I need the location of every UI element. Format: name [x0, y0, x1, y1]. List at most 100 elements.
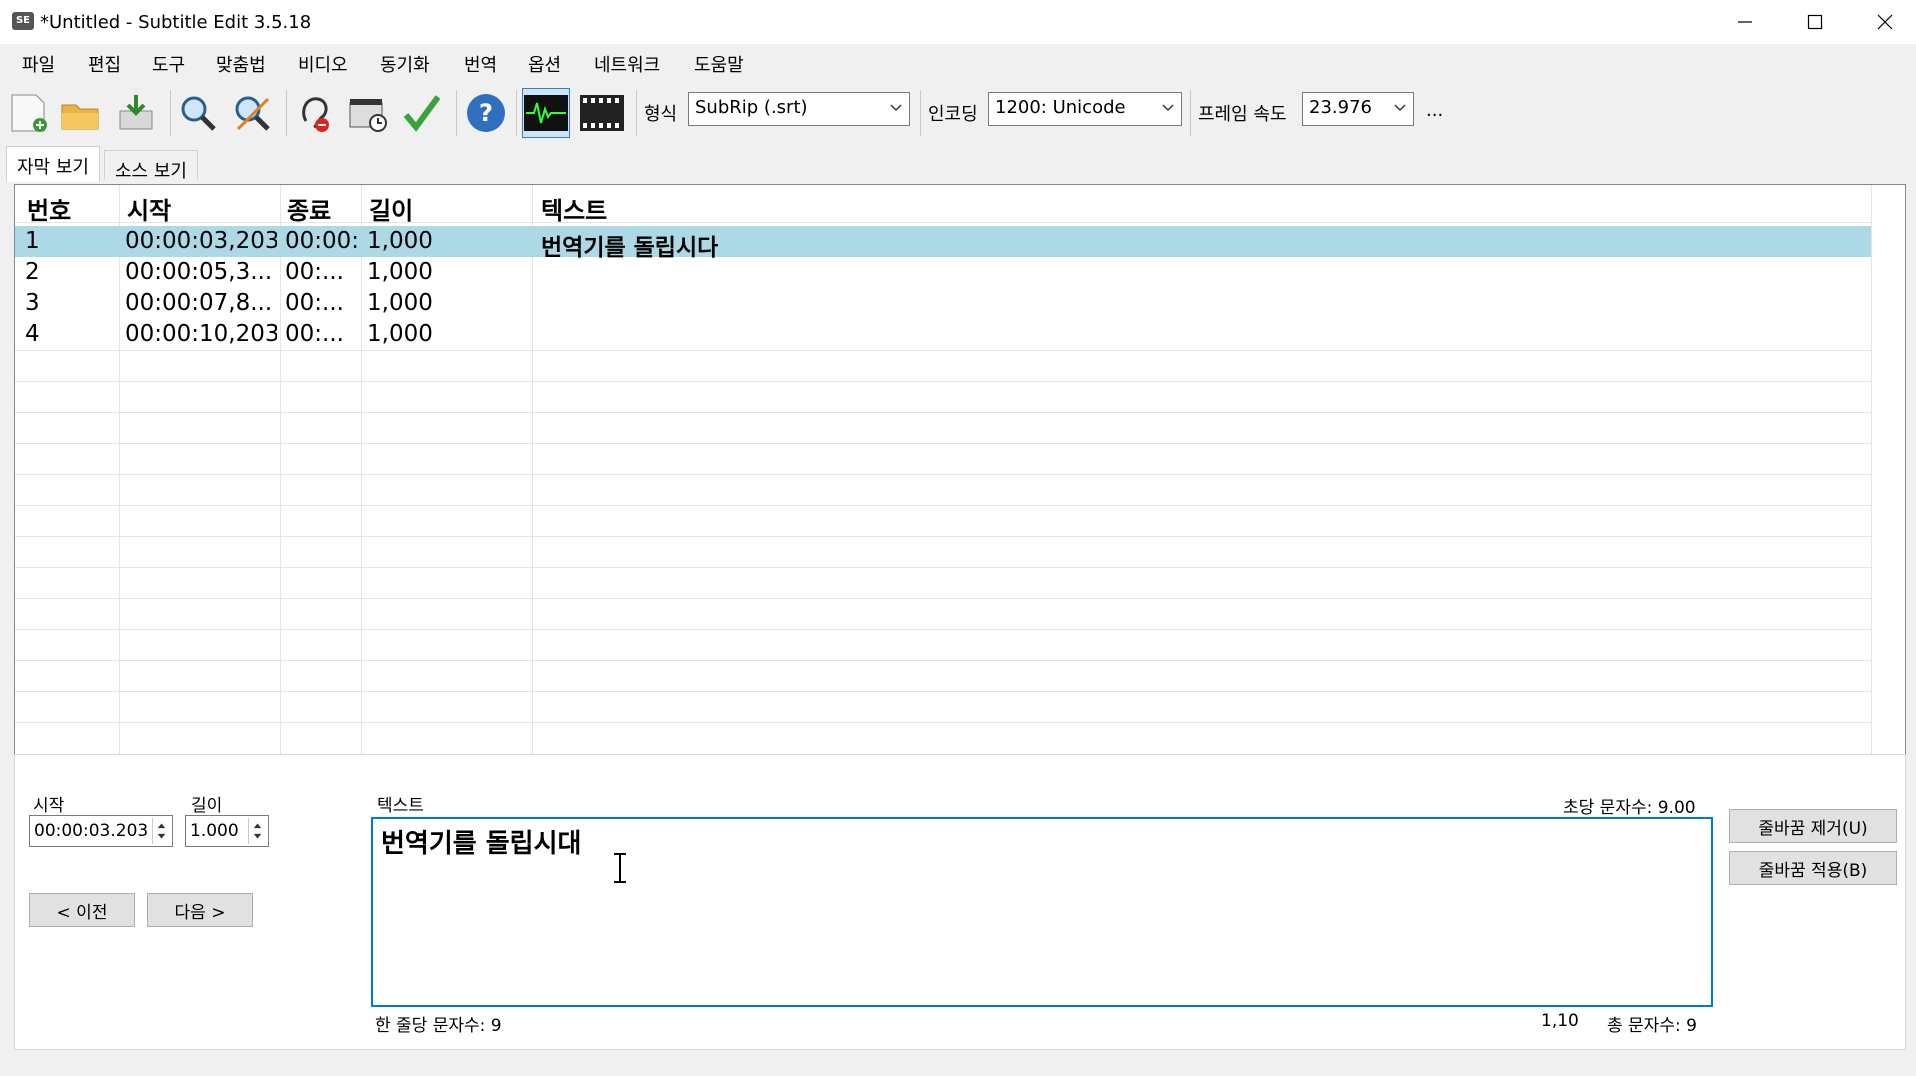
column-header-start[interactable]: 시작 [127, 191, 171, 226]
chevron-down-icon [890, 104, 902, 112]
checkmark-icon [403, 95, 441, 132]
tab-source-view[interactable]: 소스 보기 [104, 150, 198, 182]
help-button[interactable]: ? [462, 88, 510, 138]
framerate-dropdown[interactable]: 23.976 [1302, 92, 1414, 126]
row-number: 4 [25, 321, 40, 347]
encoding-label: 인코딩 [928, 104, 978, 125]
subtitle-text-input[interactable]: 번역기를 돌립시대 [371, 817, 1713, 1007]
title-bar: SE *Untitled - Subtitle Edit 3.5.18 [0, 0, 1916, 44]
row-start: 00:00:05,3... [125, 259, 273, 285]
subtitle-editor-panel: 시작 00:00:03.203 길이 1.000 < 이전 다음 > 텍스트 초… [14, 754, 1906, 1050]
text-cursor-icon [614, 853, 626, 883]
remove-linebreak-button[interactable]: 줄바꿈 제거(U) [1729, 809, 1897, 843]
table-row[interactable]: 4 00:00:10,203 00:... 1,000 [15, 319, 1871, 350]
row-duration: 1,000 [367, 259, 433, 285]
spinner-arrows-icon[interactable] [248, 818, 266, 844]
table-row[interactable]: 1 00:00:03,203 00:00:0 1,000 번역기를 돌립시다 [15, 226, 1871, 261]
tab-subtitle-view[interactable]: 자막 보기 [6, 146, 100, 182]
next-button[interactable]: 다음 > [147, 893, 253, 927]
app-icon: SE [12, 12, 34, 30]
menu-help[interactable]: 도움말 [694, 51, 744, 77]
menu-video[interactable]: 비디오 [298, 51, 348, 77]
row-duration: 1,000 [367, 228, 433, 254]
row-start: 00:00:10,203 [125, 321, 277, 347]
chevron-down-icon [1394, 104, 1406, 112]
menu-file[interactable]: 파일 [22, 51, 55, 77]
start-time-label: 시작 [33, 796, 65, 816]
clapper-clock-icon [349, 99, 387, 132]
open-file-button[interactable] [56, 88, 104, 138]
visual-sync-button[interactable] [344, 88, 392, 138]
start-time-input[interactable]: 00:00:03.203 [29, 815, 173, 847]
start-time-value: 00:00:03.203 [34, 821, 149, 841]
chars-per-second: 초당 문자수: 9.00 [1563, 798, 1696, 818]
more-toolbar-button[interactable]: ... [1426, 100, 1443, 121]
toggle-waveform-button[interactable] [522, 88, 570, 138]
row-end: 00:... [285, 290, 344, 316]
total-char-count: 총 문자수: 9 [1607, 1016, 1697, 1036]
menu-translate[interactable]: 번역 [464, 51, 497, 77]
row-end: 00:00:0 [285, 228, 359, 254]
row-duration: 1,000 [367, 290, 433, 316]
window-title: *Untitled - Subtitle Edit 3.5.18 [40, 12, 312, 33]
close-button[interactable] [1850, 0, 1916, 44]
row-number: 1 [25, 228, 40, 254]
row-start: 00:00:03,203 [125, 228, 277, 254]
duration-input[interactable]: 1.000 [185, 815, 269, 847]
subtitle-list-header: 번호 시작 종료 길이 텍스트 [15, 185, 1905, 226]
maximize-button[interactable] [1780, 0, 1850, 44]
toggle-video-button[interactable] [578, 88, 626, 138]
folder-icon [61, 104, 99, 130]
table-row[interactable]: 2 00:00:05,3... 00:... 1,000 [15, 257, 1871, 288]
row-duration: 1,000 [367, 321, 433, 347]
find-button[interactable] [174, 88, 222, 138]
row-end: 00:... [285, 321, 344, 347]
text-label: 텍스트 [377, 796, 424, 816]
row-end: 00:... [285, 259, 344, 285]
encoding-value: 1200: Unicode [995, 97, 1126, 118]
svg-text:?: ? [479, 99, 493, 127]
framerate-value: 23.976 [1309, 97, 1372, 118]
format-value: SubRip (.srt) [695, 97, 808, 118]
search-replace-icon [235, 96, 270, 131]
column-header-end[interactable]: 종료 [287, 191, 331, 226]
column-header-number[interactable]: 번호 [27, 191, 71, 226]
column-header-duration[interactable]: 길이 [369, 191, 413, 226]
minimize-button[interactable] [1710, 0, 1780, 44]
new-file-icon [11, 94, 47, 132]
menu-spellcheck[interactable]: 맞춤법 [216, 51, 266, 77]
help-icon: ? [467, 94, 505, 132]
framerate-label: 프레임 속도 [1198, 104, 1287, 125]
menu-options[interactable]: 옵션 [528, 51, 561, 77]
ear-icon [302, 97, 329, 132]
row-number: 2 [25, 259, 40, 285]
menu-network[interactable]: 네트워크 [594, 51, 660, 77]
vertical-scrollbar[interactable] [1871, 185, 1905, 767]
chevron-down-icon [1162, 104, 1174, 112]
encoding-dropdown[interactable]: 1200: Unicode [988, 92, 1182, 126]
toolbar: ? 형식 SubRip (.srt) 인코딩 1200: Unicode 프레임… [0, 82, 1916, 144]
film-strip-icon [580, 95, 624, 131]
subtitle-list[interactable]: 번호 시작 종료 길이 텍스트 1 00:00:03,203 00:00:0 1… [14, 184, 1906, 768]
line-char-count: 한 줄당 문자수: 9 [375, 1016, 502, 1036]
save-button[interactable] [112, 88, 160, 138]
close-icon [1877, 14, 1893, 30]
format-label: 형식 [644, 104, 678, 125]
view-tabs: 자막 보기 소스 보기 [0, 144, 1916, 182]
apply-linebreak-button[interactable]: 줄바꿈 적용(B) [1729, 851, 1897, 885]
duration-label: 길이 [191, 796, 223, 816]
row-number: 3 [25, 290, 40, 316]
new-file-button[interactable] [4, 88, 52, 138]
format-dropdown[interactable]: SubRip (.srt) [688, 92, 910, 126]
replace-button[interactable] [228, 88, 276, 138]
spellcheck-button[interactable] [290, 88, 338, 138]
spinner-arrows-icon[interactable] [152, 818, 170, 844]
menu-sync[interactable]: 동기화 [380, 51, 430, 77]
search-icon [181, 96, 216, 131]
column-header-text[interactable]: 텍스트 [541, 191, 607, 226]
check-button[interactable] [398, 88, 446, 138]
table-row[interactable]: 3 00:00:07,8... 00:... 1,000 [15, 288, 1871, 319]
previous-button[interactable]: < 이전 [29, 893, 135, 927]
menu-edit[interactable]: 편집 [88, 51, 121, 77]
menu-tools[interactable]: 도구 [152, 51, 185, 77]
